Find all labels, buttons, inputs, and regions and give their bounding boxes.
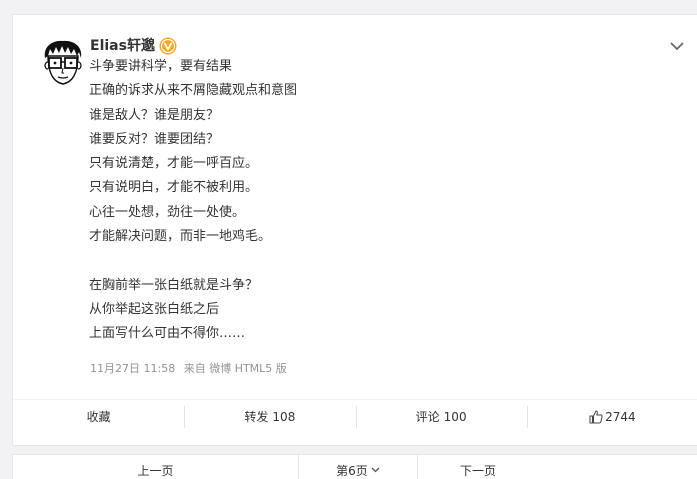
favorite-label: 收藏 [86,410,111,424]
post-timestamp[interactable]: 11月27日 11:58 [90,362,175,375]
repost-count: 108 [272,409,296,424]
current-page-dropdown[interactable]: 第6页 [298,455,418,479]
post-line: 上面写什么可由不得你…… [89,326,246,342]
post-line: 才能解决问题，而非一地鸡毛。 [89,229,272,245]
action-bar: 收藏 转发 108 评论 100 2744 [13,399,697,433]
post-line: 从你举起这张白纸之后 [89,301,220,317]
post-text: 斗争要讲科学，要有结果 正确的诉求从来不屑隐藏观点和意图 谁是敌人？谁是朋友？ … [89,59,649,351]
like-count: 2744 [605,409,636,424]
author-row: Elias轩邈 [90,36,177,56]
pagination: 上一页 第6页 下一页 [12,454,697,479]
post-line: 在胸前举一张白纸就是斗争？ [89,277,259,293]
repost-button[interactable]: 转发 108 [184,400,355,433]
avatar[interactable] [39,38,87,90]
author-name[interactable]: Elias轩邈 [90,36,155,56]
post-source: 来自 微博 HTML5 版 [183,362,287,375]
current-page-label: 第6页 [336,463,368,478]
comment-count: 100 [443,409,467,424]
post-meta: 11月27日 11:58 来自 微博 HTML5 版 [90,361,292,377]
comment-button[interactable]: 评论 100 [355,400,527,433]
thumbs-up-icon [589,410,603,423]
next-page-button[interactable]: 下一页 [418,455,538,479]
post-line: 只有说清楚，才能一呼百应。 [89,156,259,172]
favorite-button[interactable]: 收藏 [13,400,184,433]
post-line: 正确的诉求从来不屑隐藏观点和意图 [89,83,298,99]
post-line: 斗争要讲科学，要有结果 [89,59,233,74]
repost-label: 转发 [244,410,269,424]
weibo-post-card: Elias轩邈 斗争要讲科学，要有结果 正确的诉求从来不屑隐藏观点和意图 谁是敌… [12,14,697,446]
post-line: 谁是敌人？谁是朋友？ [89,107,220,123]
post-line: 心往一处想，劲往一处使。 [89,204,246,220]
avatar-cartoon-face-icon [44,40,82,85]
prev-page-button[interactable]: 上一页 [13,455,298,479]
post-line: 只有说明白，才能不被利用。 [89,180,259,196]
comment-label: 评论 [415,410,440,424]
chevron-down-icon [371,467,380,473]
post-line: 谁要反对？谁要团结？ [89,131,220,147]
chevron-down-icon[interactable] [667,38,687,54]
like-button[interactable]: 2744 [526,400,697,433]
verified-v-badge-icon[interactable] [159,37,177,55]
